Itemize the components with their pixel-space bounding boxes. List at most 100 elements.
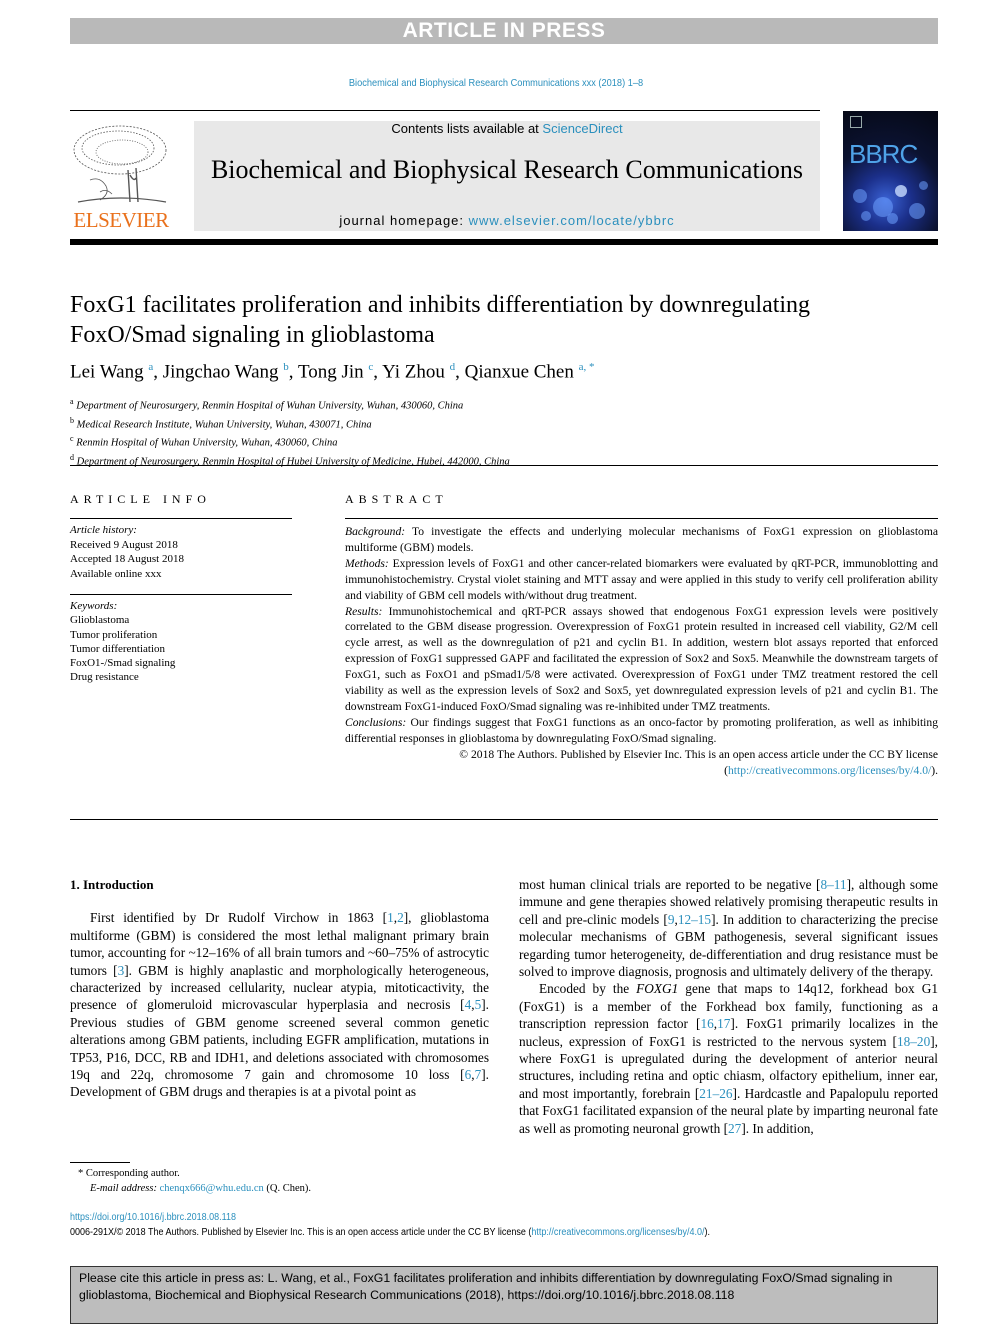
cover-bokeh bbox=[887, 213, 898, 224]
title-rule bbox=[70, 465, 938, 466]
issn-text: 0006-291X/© 2018 The Authors. Published … bbox=[70, 1227, 532, 1238]
cover-bokeh bbox=[919, 181, 928, 190]
section-label: Results: bbox=[345, 604, 383, 618]
reference-link[interactable]: 12–15 bbox=[678, 912, 711, 927]
affiliation-item: d Department of Neurosurgery, Renmin Hos… bbox=[70, 451, 510, 470]
affiliation-text: Department of Neurosurgery, Renmin Hospi… bbox=[76, 400, 464, 412]
elsevier-wordmark: ELSEVIER bbox=[73, 208, 169, 232]
journal-homepage-link[interactable]: www.elsevier.com/locate/ybbrc bbox=[469, 213, 675, 228]
section-heading-introduction: 1. Introduction bbox=[70, 877, 154, 892]
abstract-bottom-rule bbox=[70, 819, 938, 820]
affiliation-key: c bbox=[70, 434, 74, 443]
citation-text: Please cite this article in press as: L.… bbox=[79, 1271, 893, 1302]
abstract-background: Background: To investigate the effects a… bbox=[345, 524, 938, 556]
body-text: First identified by Dr Rudolf Virchow in… bbox=[90, 910, 388, 926]
abstract-heading: ABSTRACT bbox=[345, 492, 448, 506]
author-name[interactable]: Jingchao Wang bbox=[163, 361, 279, 382]
contents-prefix: Contents lists available at bbox=[391, 121, 543, 136]
keyword-item: FoxO1-/Smad signaling bbox=[70, 657, 176, 670]
section-text: Immunohistochemical and qRT-PCR assays s… bbox=[345, 604, 938, 713]
abstract-rule bbox=[345, 518, 938, 519]
journal-cover-image[interactable]: BBRC bbox=[843, 111, 938, 231]
body-column-left: 1. Introduction First identified by Dr R… bbox=[70, 876, 489, 1101]
affiliation-text: Renmin Hospital of Wuhan University, Wuh… bbox=[76, 437, 338, 449]
author-name[interactable]: Lei Wang bbox=[70, 361, 144, 382]
cover-bokeh bbox=[909, 203, 925, 219]
author-name[interactable]: Yi Zhou bbox=[382, 361, 445, 382]
article-in-press-banner: ARTICLE IN PRESS bbox=[70, 18, 938, 44]
author-name[interactable]: Tong Jin bbox=[298, 361, 364, 382]
intro-paragraph-1: First identified by Dr Rudolf Virchow in… bbox=[70, 909, 489, 1100]
email-suffix: (Q. Chen). bbox=[263, 1183, 312, 1194]
history-accepted: Accepted 18 August 2018 bbox=[70, 553, 184, 565]
keyword-item: Drug resistance bbox=[70, 671, 139, 684]
homepage-line: journal homepage: www.elsevier.com/locat… bbox=[194, 213, 820, 228]
elsevier-tree-icon bbox=[73, 125, 167, 203]
author-affiliation-marker[interactable]: c bbox=[368, 361, 373, 373]
reference-link[interactable]: 2 bbox=[397, 910, 404, 925]
author-name[interactable]: Qianxue Chen bbox=[465, 361, 574, 382]
section-label: Conclusions: bbox=[345, 715, 407, 729]
keywords-label: Keywords: bbox=[70, 600, 118, 612]
keyword-item: Tumor differentiation bbox=[70, 642, 166, 655]
keywords-rule bbox=[70, 594, 292, 595]
affiliation-item: a Department of Neurosurgery, Renmin Hos… bbox=[70, 395, 510, 414]
section-label: Background: bbox=[345, 525, 406, 538]
reference-link[interactable]: 16 bbox=[700, 1016, 713, 1031]
article-history: Article history: Received 9 August 2018 … bbox=[70, 523, 184, 581]
keyword-item: Glioblastoma bbox=[70, 614, 130, 627]
contents-line: Contents lists available at ScienceDirec… bbox=[194, 121, 820, 136]
issn-line: 0006-291X/© 2018 The Authors. Published … bbox=[70, 1227, 710, 1238]
abstract-body: Background: To investigate the effects a… bbox=[345, 524, 938, 779]
reference-link[interactable]: 17 bbox=[717, 1016, 730, 1031]
banner-label: ARTICLE IN PRESS bbox=[402, 19, 606, 42]
doi-link[interactable]: https://doi.org/10.1016/j.bbrc.2018.08.1… bbox=[70, 1212, 236, 1223]
corresponding-author-footnote: * Corresponding author. E-mail address: … bbox=[78, 1166, 311, 1196]
history-received: Received 9 August 2018 bbox=[70, 538, 178, 551]
cc-license-link[interactable]: http://creativecommons.org/licenses/by/4… bbox=[728, 764, 931, 777]
section-text: Expression levels of FoxG1 and other can… bbox=[345, 556, 938, 602]
body-text: ]. In addition, bbox=[741, 1120, 814, 1136]
reference-link[interactable]: 18–20 bbox=[897, 1034, 930, 1049]
affiliation-key: b bbox=[70, 415, 74, 425]
abstract-methods: Methods: Expression levels of FoxG1 and … bbox=[345, 556, 938, 604]
abstract-copyright: © 2018 The Authors. Published by Elsevie… bbox=[459, 747, 938, 777]
issn-suffix: ). bbox=[704, 1227, 710, 1238]
affiliation-list: a Department of Neurosurgery, Renmin Hos… bbox=[70, 395, 510, 469]
affiliation-key: d bbox=[70, 452, 74, 462]
reference-link[interactable]: 8–11 bbox=[820, 877, 846, 892]
reference-link[interactable]: 21–26 bbox=[699, 1086, 732, 1101]
body-text: Encoded by the bbox=[539, 981, 637, 997]
email-link[interactable]: chenqx666@whu.edu.cn bbox=[160, 1183, 264, 1194]
section-label: Methods: bbox=[345, 556, 389, 570]
intro-paragraph-1-continued: most human clinical trials are reported … bbox=[519, 876, 938, 980]
citation-box: Please cite this article in press as: L.… bbox=[70, 1266, 938, 1324]
journal-name: Biochemical and Biophysical Research Com… bbox=[210, 155, 804, 184]
journal-masthead: Contents lists available at ScienceDirec… bbox=[194, 121, 820, 231]
gene-name: FOXG1 bbox=[636, 981, 679, 997]
reference-link[interactable]: 27 bbox=[728, 1121, 741, 1136]
author-affiliation-marker[interactable]: a, * bbox=[579, 361, 595, 373]
author-affiliation-marker[interactable]: a bbox=[148, 361, 153, 373]
sciencedirect-link[interactable]: ScienceDirect bbox=[542, 121, 622, 136]
article-history-label: Article history: bbox=[70, 524, 137, 536]
affiliation-key: a bbox=[70, 397, 74, 406]
cover-title: BBRC bbox=[849, 139, 918, 169]
footnote-rule bbox=[70, 1162, 130, 1163]
footer-license-link[interactable]: http://creativecommons.org/licenses/by/4… bbox=[531, 1227, 704, 1238]
cover-bokeh bbox=[861, 211, 871, 221]
history-online: Available online xxx bbox=[70, 567, 162, 580]
abstract-results: Results: Immunohistochemical and qRT-PCR… bbox=[345, 604, 938, 715]
reference-link[interactable]: 1 bbox=[387, 910, 394, 925]
cover-elsevier-emblem-icon bbox=[850, 116, 862, 128]
cover-bokeh bbox=[895, 185, 907, 197]
cover-bokeh bbox=[853, 189, 867, 203]
elsevier-logo[interactable]: ELSEVIER bbox=[70, 120, 172, 232]
reference-link[interactable]: 9 bbox=[668, 912, 675, 927]
keywords: Keywords: Glioblastoma Tumor proliferati… bbox=[70, 599, 175, 685]
author-affiliation-marker[interactable]: d bbox=[450, 361, 456, 373]
running-head[interactable]: Biochemical and Biophysical Research Com… bbox=[60, 77, 933, 89]
keyword-item: Tumor proliferation bbox=[70, 628, 158, 641]
masthead-thick-rule bbox=[70, 239, 938, 245]
author-affiliation-marker[interactable]: b bbox=[283, 361, 289, 373]
